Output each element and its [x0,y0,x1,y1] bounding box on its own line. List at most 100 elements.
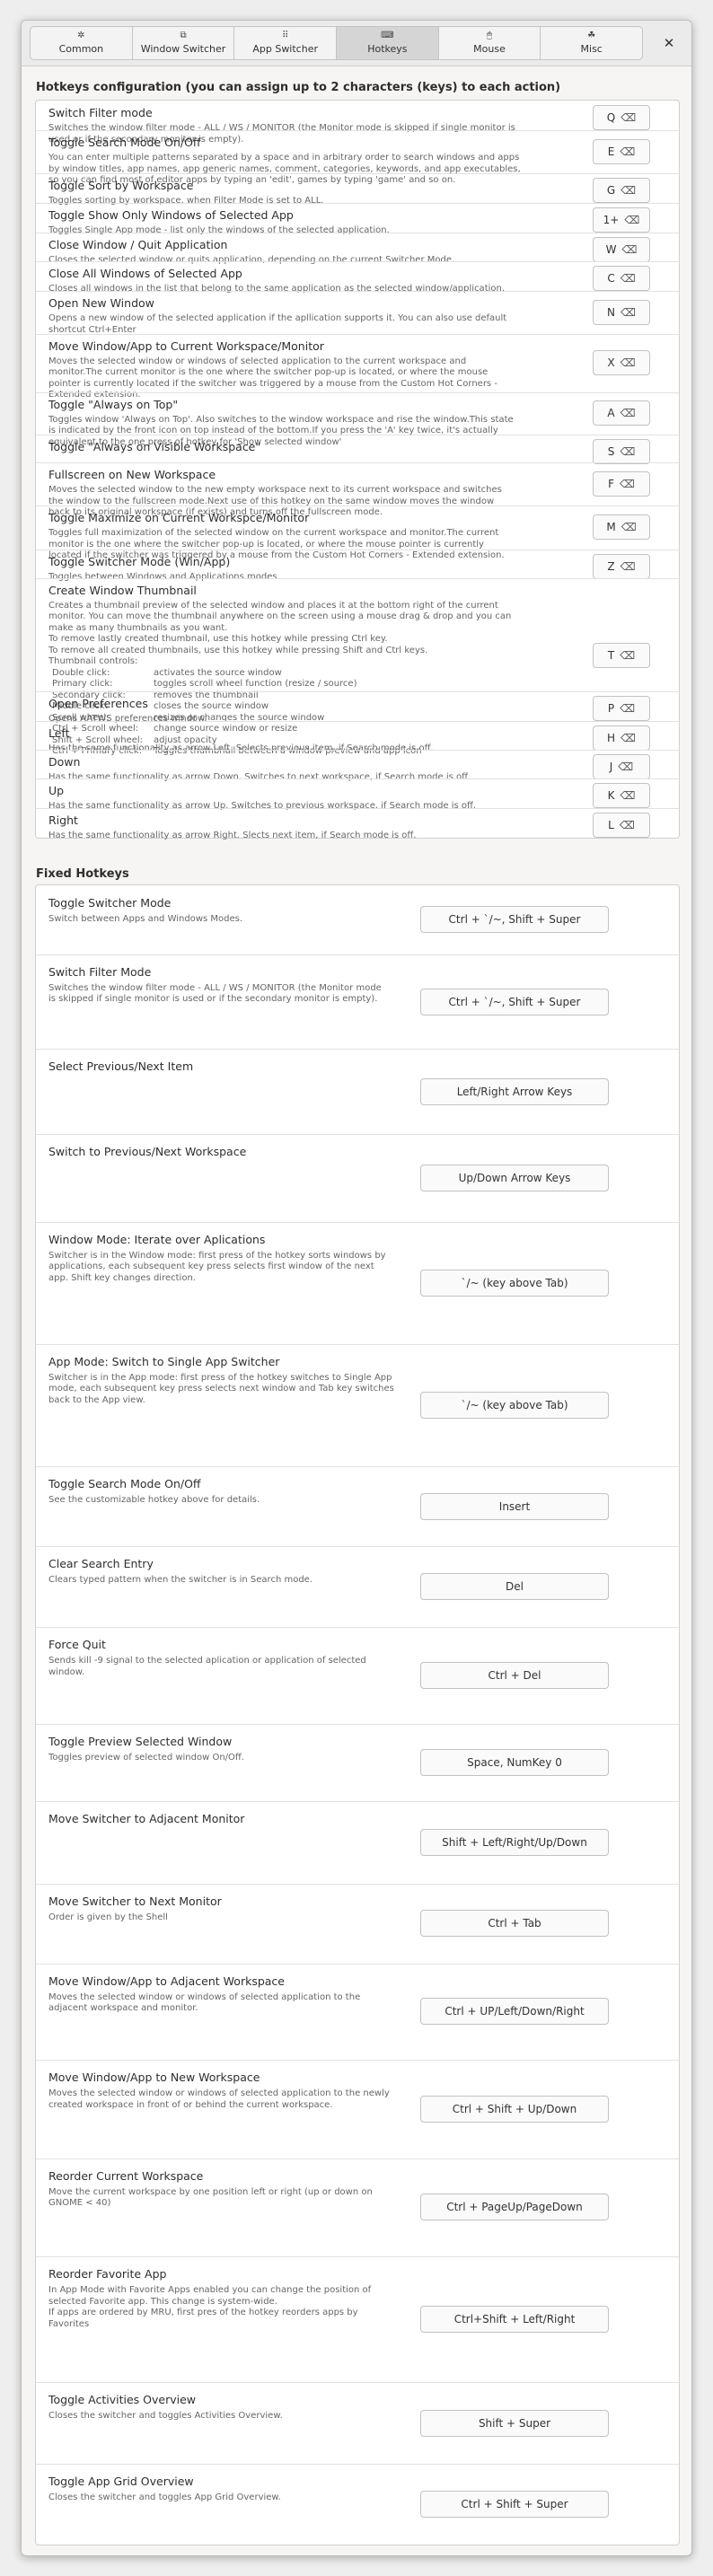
tab-label: App Switcher [252,43,318,55]
hotkey-entry-up[interactable]: K ⌫ [593,783,650,809]
fixed-row-reorder-favorite-app: Reorder Favorite App In App Mode with Fav… [36,2256,679,2382]
fixed-row-move-window-app-to-adjacent-workspace: Move Window/App to Adjacent Workspace Mov… [36,1963,679,2061]
hotkey-row-left: Left Has the same functionality as arrow … [36,720,679,753]
row-separator [36,2382,679,2384]
fixed-hotkey-button-reorder-current-workspace[interactable]: Ctrl + PageUp/PageDown [420,2194,609,2221]
tab-common[interactable]: ✲ Common [30,26,133,60]
hotkeys-section-title: Hotkeys configuration (you can assign up… [36,81,561,94]
hotkey-title: Close Window / Quit Application [48,237,228,251]
hotkey-title: Right [48,813,78,827]
backspace-icon: ⌫ [620,559,636,573]
hotkey-entry-toggle-search-mode-on-off[interactable]: E ⌫ [593,139,650,165]
row-separator [36,333,679,335]
fixed-hotkey-button-move-window-app-to-adjacent-workspace[interactable]: Ctrl + UP/Left/Down/Right [420,1998,609,2026]
tab-mouse[interactable]: 🖱 Mouse [438,26,541,60]
row-separator [36,1963,679,1965]
fixed-hotkey-title: Reorder Favorite App [48,2267,167,2281]
fixed-hotkey-button-move-switcher-to-next-monitor[interactable]: Ctrl + Tab [420,1910,609,1938]
tab-app-switcher[interactable]: ⠿ App Switcher [234,26,338,60]
hotkey-value: Z [607,559,615,573]
hotkey-row-create-window-thumbnail: Create Window Thumbnail Creates a thumbna… [36,577,679,756]
fixed-hotkey-button-toggle-activities-overview[interactable]: Shift + Super [420,2409,609,2437]
hotkey-title: Move Window/App to Current Workspace/Mon… [48,338,324,353]
hotkey-entry-open-preferences[interactable]: P ⌫ [593,696,650,722]
hotkey-title: Fullscreen on New Workspace [48,468,216,482]
row-separator [36,2256,679,2258]
backspace-icon: ⌫ [621,184,637,198]
backspace-icon: ⌫ [621,111,637,124]
fixed-hotkey-description: Moves the selected window or windows of … [48,2088,390,2110]
close-button[interactable]: ✕ [661,35,677,51]
fixed-hotkey-title: Force Quit [48,1638,106,1652]
hotkey-title: Up [48,784,65,798]
tab-window-switcher[interactable]: ⧉ Window Switcher [132,26,235,60]
hotkey-entry-left[interactable]: H ⌫ [593,725,650,751]
hotkey-value: P [607,702,615,716]
hotkey-entry-down[interactable]: J ⌫ [593,753,650,779]
hotkey-entry-create-window-thumbnail[interactable]: T ⌫ [593,642,650,668]
fixed-hotkey-title: Clear Search Entry [48,1556,154,1570]
fixed-hotkey-button-toggle-search-mode-on-off[interactable]: Insert [420,1492,609,1520]
hotkey-value: L [608,818,614,831]
hotkey-entry-close-window-quit-application[interactable]: W ⌫ [593,236,650,262]
hotkey-entry-switch-filter-mode[interactable]: Q ⌫ [593,105,650,130]
fixed-hotkey-button-toggle-app-grid-overview[interactable]: Ctrl + Shift + Super [420,2490,609,2518]
row-separator [36,1343,679,1345]
hotkey-entry-toggle-show-only-windows-of-selected-app[interactable]: 1+ ⌫ [593,207,650,233]
hotkey-entry-toggle-sort-by-workspace[interactable]: G ⌫ [593,178,650,204]
fixed-hotkey-button-reorder-favorite-app[interactable]: Ctrl+Shift + Left/Right [420,2306,609,2334]
fixed-hotkey-button-move-window-app-to-new-workspace[interactable]: Ctrl + Shift + Up/Down [420,2095,609,2123]
misc-icon: ☘ [587,31,596,40]
fixed-hotkey-button-clear-search-entry[interactable]: Del [420,1572,609,1600]
hotkey-value: J [609,760,613,773]
control-action: toggles scroll wheel function (resize / … [154,679,357,690]
fixed-hotkey-button-switch-filter-mode[interactable]: Ctrl + `/~, Shift + Super [420,988,609,1015]
hotkey-entry-fullscreen-on-new-workspace[interactable]: F ⌫ [593,471,650,497]
fixed-row-select-previous-next-item: Select Previous/Next Item Left/Right Arro… [36,1049,679,1133]
hotkey-entry-open-new-window[interactable]: N ⌫ [593,299,650,325]
hotkey-entry-toggle-switcher-mode-win-app[interactable]: Z ⌫ [593,553,650,579]
hotkey-value: 1+ [603,214,620,227]
fixed-row-toggle-app-grid-overview: Toggle App Grid Overview Closes the switc… [36,2463,679,2545]
fixed-hotkey-button-force-quit[interactable]: Ctrl + Del [420,1661,609,1689]
fixed-hotkey-button-toggle-preview-selected-window[interactable]: Space, NumKey 0 [420,1748,609,1776]
fixed-row-switch-to-previous-next-workspace: Switch to Previous/Next Workspace Up/Down… [36,1133,679,1222]
fixed-hotkey-button-move-switcher-to-adjacent-monitor[interactable]: Shift + Left/Right/Up/Down [420,1829,609,1857]
hotkey-value: M [606,521,616,534]
hotkey-row-close-window-quit-application: Close Window / Quit Application Closes th… [36,232,679,265]
tab-hotkeys[interactable]: ⌨ Hotkeys [337,26,439,60]
backspace-icon: ⌫ [620,789,636,803]
hotkey-title: Switch Filter mode [48,106,153,119]
fixed-hotkey-button-select-previous-next-item[interactable]: Left/Right Arrow Keys [420,1077,609,1105]
fixed-hotkey-button-window-mode-iterate-over-aplications[interactable]: `/~ (key above Tab) [420,1269,609,1297]
backspace-icon: ⌫ [620,648,636,662]
fixed-hotkey-button-app-mode-switch-to-single-app-switcher[interactable]: `/~ (key above Tab) [420,1392,609,1420]
fixed-hotkey-title: Toggle Search Mode On/Off [48,1477,201,1491]
fixed-hotkey-description: Moves the selected window or windows of … [48,1991,361,2014]
hotkey-entry-toggle-maximize-on-current-workspce-monitor[interactable]: M ⌫ [593,514,650,541]
hotkey-entry-right[interactable]: L ⌫ [593,812,650,838]
backspace-icon: ⌫ [621,731,636,744]
hotkey-entry-toggle-always-on-top[interactable]: A ⌫ [593,400,650,426]
fixed-hotkey-description: Switch between Apps and Windows Modes. [48,914,243,924]
hotkey-value: Q [606,111,616,124]
fixed-hotkey-description: Sends kill -9 signal to the selected apl… [48,1656,366,1677]
fixed-hotkey-title: Switch Filter Mode [48,964,152,979]
fixed-hotkey-button-switch-to-previous-next-workspace[interactable]: Up/Down Arrow Keys [420,1164,609,1191]
hotkey-value: K [607,789,615,803]
hotkey-entry-move-window-app-to-current-workspace-monitor[interactable]: X ⌫ [593,350,650,376]
row-separator [36,954,679,955]
hotkey-row-down: Down Has the same functionality as arrow … [36,749,679,782]
fixed-hotkey-button-toggle-switcher-mode[interactable]: Ctrl + `/~, Shift + Super [420,906,609,934]
hotkey-title: Toggle "Always on Visible Workspace" [48,439,261,453]
hotkey-entry-close-all-windows-of-selected-app[interactable]: C ⌫ [593,266,650,292]
hotkey-value: H [607,731,616,744]
row-separator [36,2463,679,2465]
row-separator [36,2158,679,2159]
hotkey-entry-toggle-always-on-visible-workspace[interactable]: S ⌫ [593,438,650,464]
tab-misc[interactable]: ☘ Misc [541,26,644,60]
row-separator [36,1545,679,1547]
fixed-hotkeys-section-title: Fixed Hotkeys [36,867,129,881]
backspace-icon: ⌫ [619,818,635,831]
backspace-icon: ⌫ [624,214,640,227]
